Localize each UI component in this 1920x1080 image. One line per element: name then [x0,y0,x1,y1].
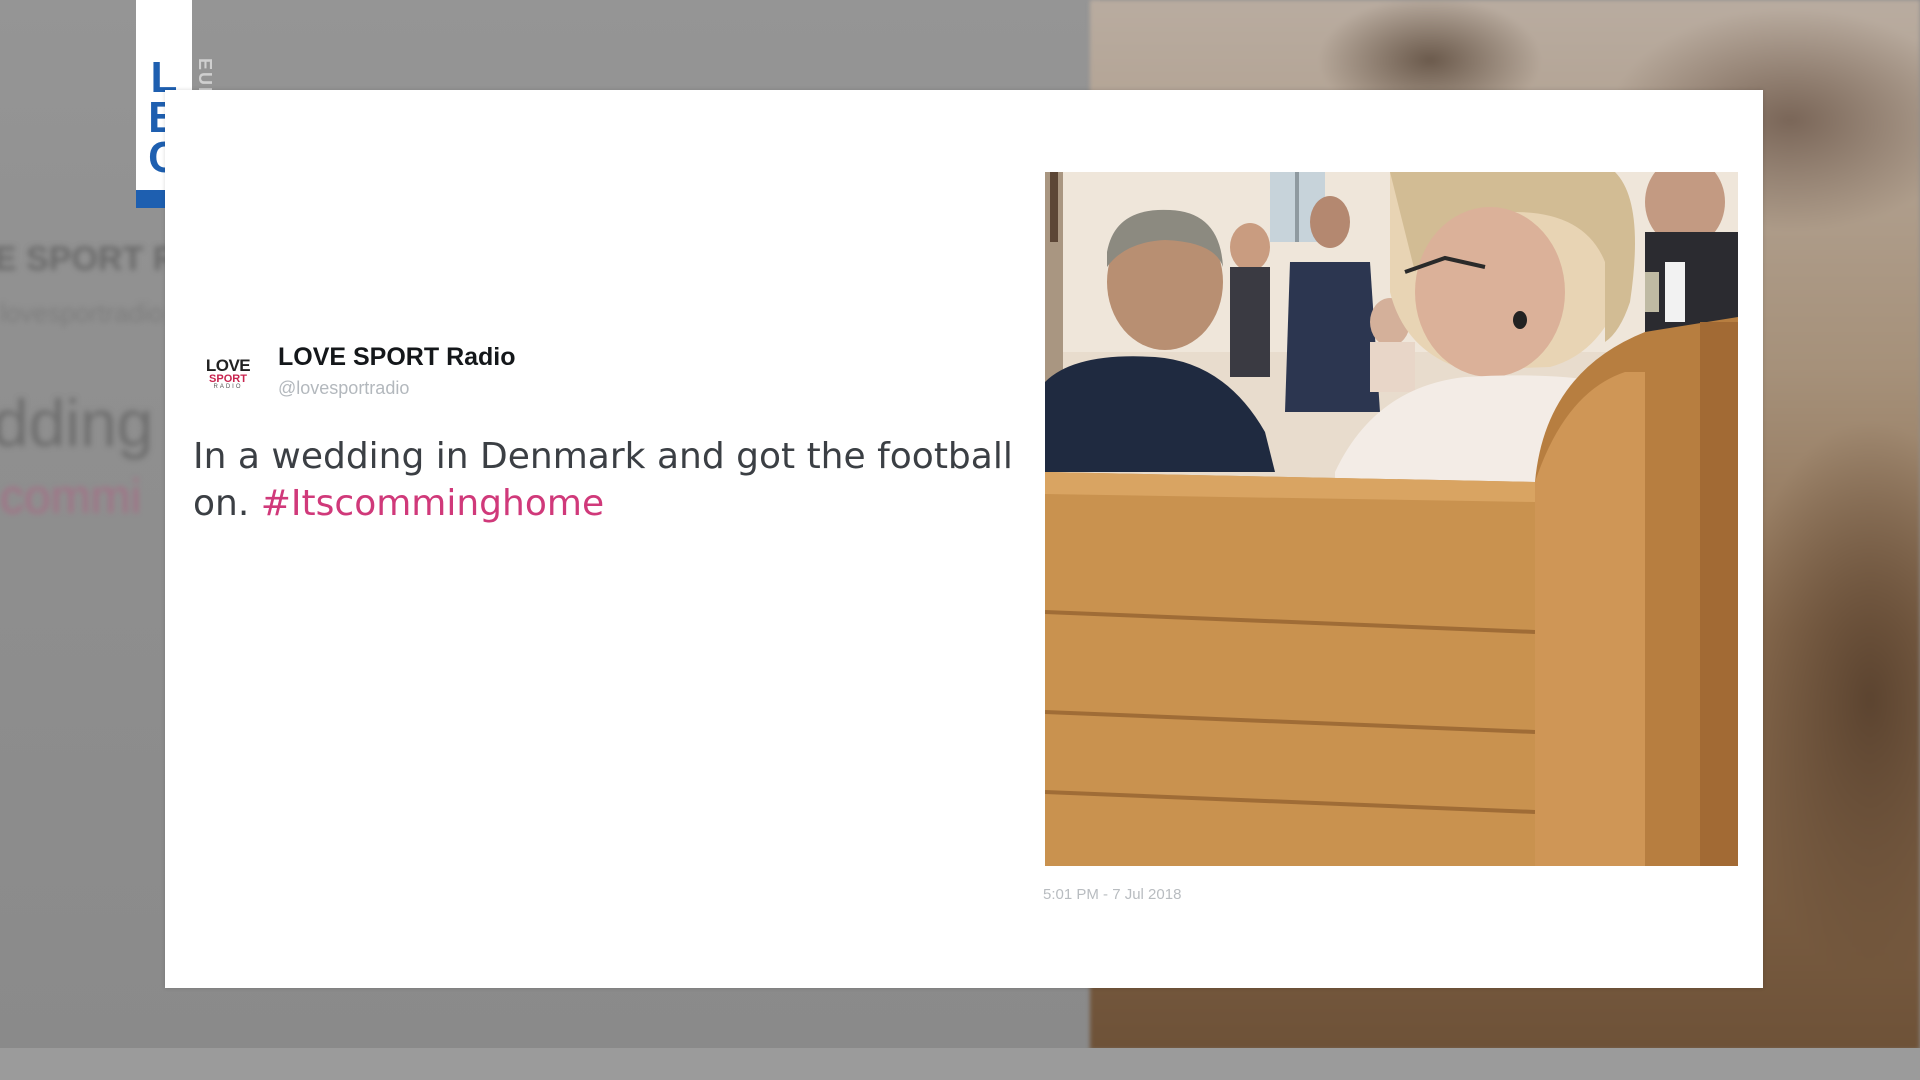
tweet-card: LOVE SPORT RADIO LOVE SPORT Radio @loves… [165,90,1763,988]
background-ghost-hashtag: commi [0,471,142,524]
tweet-author: LOVE SPORT Radio @lovesportradio [278,342,516,399]
background-ghost-text: dding i [0,386,187,460]
tweet-photo-image [1045,172,1738,866]
tweet-timestamp[interactable]: 5:01 PM - 7 Jul 2018 [1043,886,1181,903]
avatar-line-radio: RADIO [213,383,243,390]
background-bottom-strip [0,1048,1920,1080]
tweet-profile: LOVE SPORT RADIO LOVE SPORT Radio @loves… [200,342,516,402]
avatar-line-love: LOVE [205,355,251,375]
user-handle[interactable]: @lovesportradio [278,378,516,399]
tweet-photo[interactable] [1045,172,1738,866]
tweet-text: In a wedding in Denmark and got the foot… [193,433,1023,527]
hashtag-link[interactable]: #Itscomminghome [261,483,604,524]
avatar[interactable]: LOVE SPORT RADIO [200,346,256,402]
avatar-line-sport: SPORT [209,372,247,385]
background-ghost-handle: lovesportradio [0,298,164,328]
display-name[interactable]: LOVE SPORT Radio [278,342,516,372]
background-ghost-name: E SPORT R [0,240,178,278]
